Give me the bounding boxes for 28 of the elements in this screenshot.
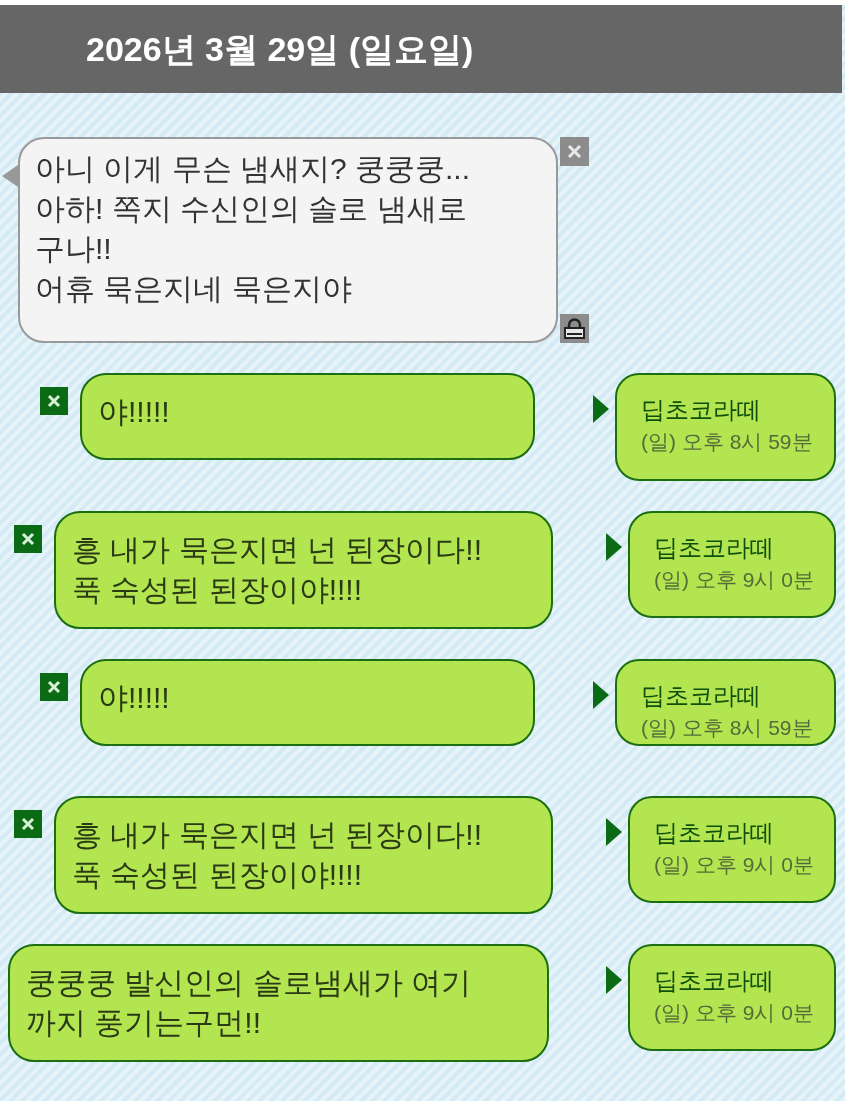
sent-time: (일) 오후 9시 0분 <box>654 852 815 878</box>
close-icon[interactable] <box>40 387 68 415</box>
sender-name: 딥초코라떼 <box>654 966 775 996</box>
sent-time: (일) 오후 9시 0분 <box>654 567 815 593</box>
sent-time: (일) 오후 8시 59분 <box>641 429 814 455</box>
message-text: 쿵쿵쿵 발신인의 솔로냄새가 여기 까지 풍기는구먼!! <box>8 944 549 1062</box>
sender-name: 딥초코라떼 <box>641 681 762 711</box>
message-text: 야!!!!! <box>80 659 535 746</box>
lock-icon[interactable] <box>560 314 589 343</box>
date-title: 2026년 3월 29일 (일요일) <box>86 28 474 70</box>
close-icon[interactable] <box>560 137 589 166</box>
close-icon[interactable] <box>40 673 68 701</box>
sender-name: 딥초코라떼 <box>654 818 775 848</box>
message-text: 흥 내가 묵은지면 넌 된장이다!! 푹 숙성된 된장이야!!!! <box>54 796 553 914</box>
pointer-icon <box>606 966 622 994</box>
message-text: 야!!!!! <box>80 373 535 460</box>
sender-name: 딥초코라떼 <box>641 395 762 425</box>
sent-time: (일) 오후 9시 0분 <box>654 1000 815 1026</box>
sender-name: 딥초코라떼 <box>654 533 775 563</box>
message-text: 흥 내가 묵은지면 넌 된장이다!! 푹 숙성된 된장이야!!!! <box>54 511 553 629</box>
sent-time: (일) 오후 8시 59분 <box>641 715 814 741</box>
pointer-icon <box>606 818 622 846</box>
pointer-icon <box>593 395 609 423</box>
pointer-icon <box>593 681 609 709</box>
close-icon[interactable] <box>14 810 42 838</box>
message-text: 아니 이게 무슨 냄새지? 쿵쿵쿵... 아하! 쪽지 수신인의 솔로 냄새로 구나!! 어휴 묵은지네 묵은지야 <box>18 137 558 343</box>
pointer-icon <box>606 533 622 561</box>
close-icon[interactable] <box>14 525 42 553</box>
